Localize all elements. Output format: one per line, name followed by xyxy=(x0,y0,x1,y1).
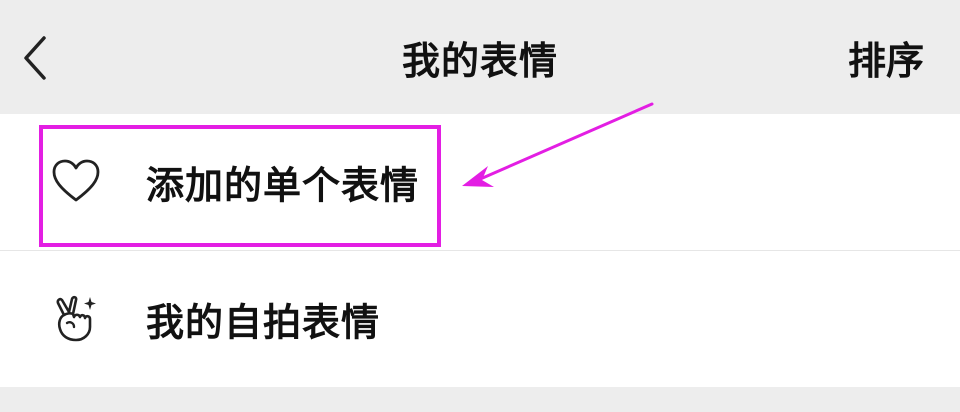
sticker-category-list: 添加的单个表情 我的自拍表情 xyxy=(0,114,960,387)
heart-outline-icon xyxy=(52,159,100,202)
list-item-selfie-stickers[interactable]: 我的自拍表情 xyxy=(0,250,960,387)
sort-button[interactable]: 排序 xyxy=(848,30,924,85)
navigation-bar: 我的表情 排序 xyxy=(0,0,960,114)
list-item-label: 我的自拍表情 xyxy=(146,300,381,345)
finger-heart-sparkle-icon xyxy=(56,295,96,342)
list-item-added-stickers[interactable]: 添加的单个表情 xyxy=(0,114,960,250)
page-title: 我的表情 xyxy=(401,39,558,83)
list-item-label: 添加的单个表情 xyxy=(146,163,420,208)
